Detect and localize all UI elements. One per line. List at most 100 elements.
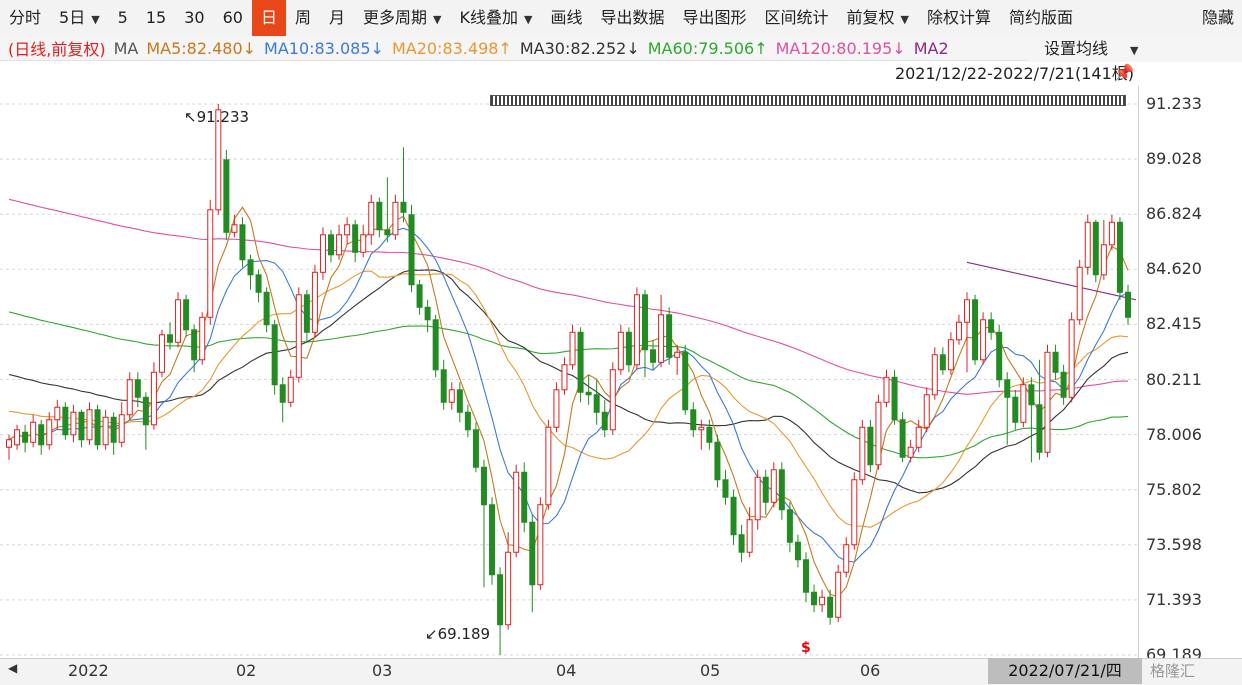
candle[interactable] — [70, 404, 77, 443]
candle[interactable] — [126, 372, 133, 420]
draw-line-button[interactable]: 画线 — [541, 0, 591, 36]
tab-60min[interactable]: 60 — [214, 0, 252, 36]
tab-5day[interactable]: 5日 ▼ — [50, 0, 109, 36]
candle[interactable] — [1036, 359, 1043, 460]
candle[interactable] — [811, 584, 818, 613]
candle[interactable] — [54, 399, 61, 430]
candle[interactable] — [30, 414, 37, 448]
candle[interactable] — [239, 217, 246, 268]
candle[interactable] — [78, 409, 85, 448]
candle[interactable] — [38, 419, 45, 455]
candle[interactable] — [730, 489, 737, 545]
candle[interactable] — [110, 412, 117, 455]
range-stats-button[interactable]: 区间统计 — [755, 0, 837, 36]
tab-weekly[interactable]: 周 — [286, 0, 320, 36]
candle[interactable] — [859, 419, 866, 485]
candle[interactable] — [440, 359, 447, 410]
candle[interactable] — [537, 497, 544, 590]
tab-15min[interactable]: 15 — [137, 0, 175, 36]
candle[interactable] — [722, 469, 729, 505]
chevron-down-icon[interactable]: ▼ — [1130, 44, 1138, 57]
export-data-button[interactable]: 导出数据 — [591, 0, 673, 36]
candle[interactable] — [1052, 344, 1059, 380]
candle[interactable] — [384, 177, 391, 243]
ma-settings-menu[interactable]: 设置均线 ▼ — [1028, 36, 1242, 62]
candle[interactable] — [118, 402, 125, 448]
candle[interactable] — [1012, 389, 1019, 430]
candle[interactable] — [424, 299, 431, 333]
candle[interactable] — [996, 324, 1003, 388]
candle[interactable] — [263, 287, 270, 333]
candle[interactable] — [835, 564, 842, 623]
candle[interactable] — [255, 269, 262, 303]
chevron-down-icon[interactable]: ▼ — [524, 13, 532, 26]
candle[interactable] — [456, 382, 463, 423]
candle[interactable] — [1076, 259, 1083, 325]
candle[interactable] — [1100, 219, 1107, 280]
candle[interactable] — [633, 287, 640, 370]
candle[interactable] — [223, 149, 230, 240]
candle[interactable] — [1125, 284, 1131, 325]
chevron-down-icon[interactable]: ▼ — [901, 13, 909, 26]
candle[interactable] — [158, 329, 165, 378]
candle[interactable] — [400, 147, 407, 223]
candle[interactable] — [513, 464, 520, 558]
chevron-down-icon[interactable]: ▼ — [91, 13, 99, 26]
candle[interactable] — [102, 409, 109, 450]
candle[interactable] — [319, 227, 326, 280]
candle[interactable] — [480, 459, 487, 588]
candle[interactable] — [907, 439, 914, 463]
candle[interactable] — [593, 379, 600, 425]
candle[interactable] — [754, 469, 761, 530]
candle[interactable] — [794, 534, 801, 568]
tab-5min[interactable]: 5 — [109, 0, 137, 36]
forward-adjust-menu[interactable]: 前复权 ▼ — [838, 0, 918, 36]
candle[interactable] — [86, 402, 93, 445]
candle[interactable] — [287, 369, 294, 408]
simple-layout-button[interactable]: 简约版面 — [1000, 0, 1082, 36]
candle[interactable] — [955, 314, 962, 345]
tab-daily[interactable]: 日 — [251, 0, 286, 36]
candle[interactable] — [231, 214, 238, 238]
candlestick-chart[interactable] — [0, 86, 1138, 658]
candle[interactable] — [344, 217, 351, 245]
candle[interactable] — [303, 289, 310, 343]
candle[interactable] — [1084, 214, 1091, 275]
candle[interactable] — [746, 507, 753, 558]
candle[interactable] — [328, 229, 335, 263]
candle[interactable] — [199, 312, 206, 365]
candle[interactable] — [311, 264, 318, 338]
export-image-button[interactable]: 导出图形 — [673, 0, 755, 36]
hide-button[interactable]: 隐藏 — [1193, 0, 1242, 36]
candle[interactable] — [1060, 364, 1067, 405]
candle[interactable] — [690, 402, 697, 438]
candle[interactable] — [183, 294, 190, 338]
tab-monthly[interactable]: 月 — [320, 0, 354, 36]
candle[interactable] — [963, 292, 970, 373]
candle[interactable] — [867, 419, 874, 473]
candle[interactable] — [569, 324, 576, 370]
ex-rights-calc-button[interactable]: 除权计算 — [918, 0, 1000, 36]
candle[interactable] — [62, 402, 69, 440]
candle[interactable] — [142, 392, 149, 450]
candle[interactable] — [778, 462, 785, 520]
candle[interactable] — [545, 419, 552, 510]
candle[interactable] — [883, 369, 890, 408]
candle[interactable] — [617, 324, 624, 375]
candle[interactable] — [609, 362, 616, 435]
scroll-left-icon[interactable]: ◀ — [8, 661, 17, 675]
candle[interactable] — [376, 197, 383, 238]
candle[interactable] — [416, 279, 423, 315]
tab-intraday[interactable]: 分时 — [0, 0, 50, 36]
candle[interactable] — [802, 552, 809, 603]
candle[interactable] — [392, 194, 399, 240]
candle[interactable] — [529, 514, 536, 613]
candle[interactable] — [497, 567, 504, 655]
candle[interactable] — [464, 404, 471, 438]
candle[interactable] — [295, 287, 302, 383]
candle[interactable] — [352, 219, 359, 263]
candle[interactable] — [360, 224, 367, 258]
candle[interactable] — [939, 347, 946, 375]
candle[interactable] — [279, 377, 286, 423]
candle[interactable] — [762, 469, 769, 515]
